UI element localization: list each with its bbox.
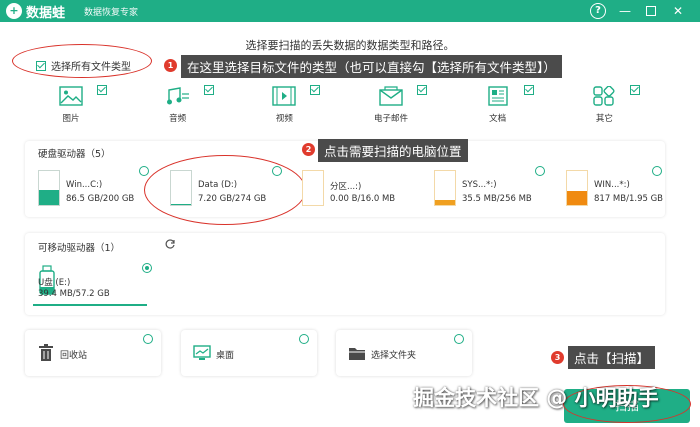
location-desktop[interactable]: 桌面 — [181, 330, 317, 376]
title-bar: + 数据蛙 数据恢复专家 ? — ✕ — [0, 0, 700, 22]
drive-usage-bar — [39, 190, 59, 205]
drive-icon — [434, 170, 456, 206]
step-badge-1: 1 — [164, 59, 177, 72]
file-type-audio[interactable]: 音频 — [132, 80, 239, 126]
hard-drive-title: 硬盘驱动器（5） — [38, 149, 111, 160]
file-type-document[interactable]: 文档 — [452, 80, 559, 126]
location-folder[interactable]: 选择文件夹 — [336, 330, 472, 376]
drive-name: SYS...*:) — [462, 180, 497, 190]
file-type-other[interactable]: 其它 — [558, 80, 665, 126]
location-radio[interactable] — [454, 334, 464, 344]
drive-d-radio[interactable] — [272, 166, 282, 176]
step-badge-2: 2 — [302, 143, 315, 156]
drive-usage-bar — [567, 190, 587, 205]
email-icon — [379, 86, 403, 106]
annotation-1: 在这里选择目标文件的类型（也可以直接勾【选择所有文件类型】） — [181, 55, 562, 78]
image-icon — [59, 86, 83, 106]
drive-name: Win...C:) — [66, 180, 103, 190]
file-type-label: 电子邮件 — [374, 114, 409, 124]
usb-drive-size: 39.4 MB/57.2 GB — [38, 289, 110, 299]
usb-drive-radio[interactable] — [142, 263, 152, 273]
document-icon — [487, 86, 508, 106]
step-badge-3: 3 — [551, 351, 564, 364]
drive-name: WIN...*:) — [594, 180, 630, 190]
audio-icon — [166, 87, 189, 105]
drive-sys[interactable]: SYS...*:) 35.5 MB/256 MB — [434, 165, 544, 209]
refresh-icon[interactable] — [164, 238, 176, 250]
location-recycle-bin[interactable]: 回收站 — [25, 330, 161, 376]
file-type-label: 视频 — [275, 114, 293, 124]
maximize-button[interactable] — [643, 3, 659, 19]
drive-usage-bar — [435, 200, 455, 205]
minimize-button[interactable]: — — [617, 3, 633, 19]
video-icon — [272, 86, 297, 106]
drive-partition[interactable]: 分区...:) 0.00 B/16.0 MB — [302, 165, 412, 209]
folder-icon — [349, 348, 365, 360]
drive-usage-bar — [171, 203, 191, 205]
file-type-label: 文档 — [489, 114, 507, 124]
checkbox-icon[interactable] — [523, 85, 534, 95]
maximize-icon — [646, 6, 656, 16]
page-prompt: 选择要扫描的丢失数据的数据类型和路径。 — [245, 39, 455, 52]
help-button[interactable]: ? — [590, 3, 606, 19]
location-label: 桌面 — [216, 351, 235, 361]
select-all-checkbox[interactable]: 选择所有文件类型 — [36, 58, 131, 73]
drive-name: Data (D:) — [198, 180, 238, 190]
drive-size: 7.20 GB/274 GB — [198, 194, 267, 204]
usb-drive-card[interactable]: U盘 (E:) 39.4 MB/57.2 GB — [33, 258, 147, 306]
location-radio[interactable] — [143, 334, 153, 344]
drive-size: 817 MB/1.95 GB — [594, 194, 664, 204]
drive-icon — [566, 170, 588, 206]
desktop-icon — [193, 345, 211, 360]
drive-size: 35.5 MB/256 MB — [462, 194, 532, 204]
drive-c-radio[interactable] — [139, 166, 149, 176]
drive-size: 86.5 GB/200 GB — [66, 194, 135, 204]
annotation-2: 点击需要扫描的电脑位置 — [318, 139, 468, 162]
close-button[interactable]: ✕ — [670, 3, 686, 19]
drive-d[interactable]: Data (D:) 7.20 GB/274 GB — [170, 165, 280, 209]
other-icon — [593, 86, 615, 106]
file-type-image[interactable]: 图片 — [25, 80, 132, 126]
location-label: 选择文件夹 — [371, 351, 417, 361]
checkbox-icon[interactable] — [630, 85, 641, 95]
drive-name: 分区...:) — [330, 182, 362, 192]
checkbox-icon[interactable] — [203, 85, 214, 95]
app-name: 数据蛙 — [26, 6, 66, 21]
recycle-bin-icon — [39, 344, 53, 361]
drive-size: 0.00 B/16.0 MB — [330, 194, 396, 204]
watermark: 掘金技术社区 @ 小明助手 — [413, 386, 659, 410]
checkbox-icon[interactable] — [97, 85, 107, 95]
file-type-video[interactable]: 视频 — [238, 80, 345, 126]
location-radio[interactable] — [299, 334, 309, 344]
usb-drive-name: U盘 (E:) — [38, 278, 71, 288]
checkbox-icon[interactable] — [417, 85, 428, 95]
checkbox-icon[interactable] — [310, 85, 321, 95]
drive-icon — [170, 170, 192, 206]
drive-icon — [302, 170, 324, 206]
app-subtitle: 数据恢复专家 — [84, 8, 139, 18]
drive-icon — [38, 170, 60, 206]
file-type-label: 音频 — [169, 114, 187, 124]
checkbox-icon[interactable] — [36, 60, 46, 71]
drive-sys-radio[interactable] — [535, 166, 545, 176]
drive-win-radio[interactable] — [652, 166, 662, 176]
file-type-email[interactable]: 电子邮件 — [345, 80, 452, 126]
removable-title: 可移动驱动器（1） — [38, 243, 121, 254]
file-type-label: 其它 — [595, 114, 613, 124]
drive-c[interactable]: Win...C:) 86.5 GB/200 GB — [38, 165, 148, 209]
file-type-panel: 图片 音频 视频 电子邮件 文档 其它 — [25, 80, 665, 126]
file-type-label: 图片 — [62, 114, 80, 124]
annotation-3: 点击【扫描】 — [568, 346, 656, 369]
select-all-label: 选择所有文件类型 — [51, 62, 131, 73]
location-label: 回收站 — [60, 351, 88, 361]
app-logo-icon: + — [6, 3, 22, 19]
